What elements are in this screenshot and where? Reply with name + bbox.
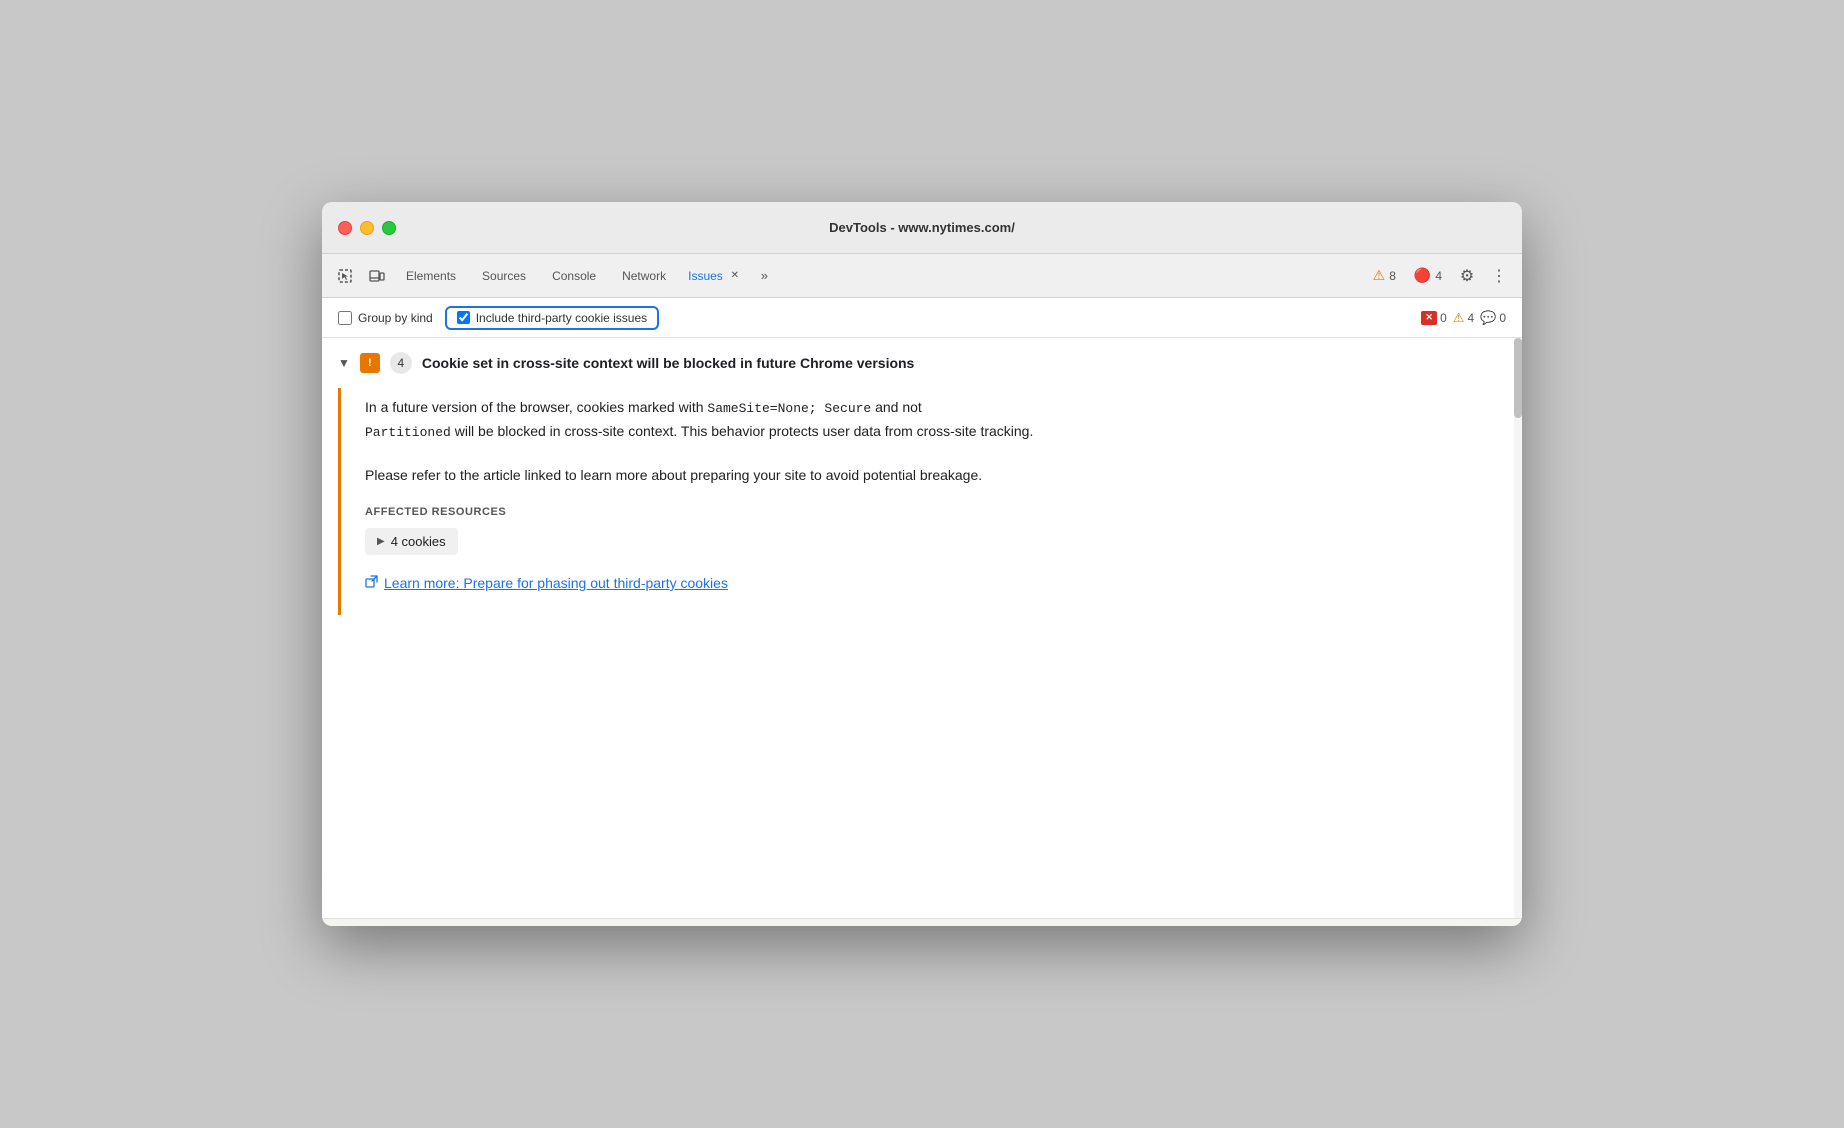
warning-triangle-icon: ⚠ (1453, 310, 1465, 326)
error-x-icon: ✕ (1421, 311, 1437, 325)
title-bar: DevTools - www.nytimes.com/ (322, 202, 1522, 254)
cursor-tool-button[interactable] (330, 261, 360, 291)
tab-issues-label: Issues (688, 269, 723, 283)
warning-count-button[interactable]: ⚠ 8 (1365, 263, 1404, 288)
learn-more-link[interactable]: Learn more: Prepare for phasing out thir… (365, 575, 1498, 591)
collapse-arrow-icon[interactable]: ▼ (338, 356, 350, 370)
issue-description-1: In a future version of the browser, cook… (365, 396, 1498, 444)
issue-section: ▼ ! 4 Cookie set in cross-site context w… (322, 338, 1522, 615)
error-count-button[interactable]: 🔴 4 (1406, 263, 1450, 288)
include-third-party-text: Include third-party cookie issues (476, 311, 647, 325)
filter-bar: Group by kind Include third-party cookie… (322, 298, 1522, 338)
group-by-kind-text: Group by kind (358, 311, 433, 325)
traffic-lights (338, 221, 396, 235)
issue-count-badge: 4 (390, 352, 412, 374)
count-badges: ✕ 0 ⚠ 4 💬 0 (1421, 310, 1506, 326)
device-icon (369, 268, 385, 284)
close-button[interactable] (338, 221, 352, 235)
info-badge-count: 0 (1499, 311, 1506, 325)
learn-more-text: Learn more: Prepare for phasing out thir… (384, 575, 728, 591)
bottom-bar (322, 918, 1522, 926)
toolbar: Elements Sources Console Network Issues … (322, 254, 1522, 298)
external-link-icon (365, 575, 378, 591)
code-2: Partitioned (365, 425, 451, 440)
cookies-arrow-icon: ▶ (377, 536, 385, 547)
tab-elements[interactable]: Elements (394, 263, 468, 289)
gear-icon: ⚙ (1460, 266, 1474, 286)
include-third-party-checkbox[interactable] (457, 311, 470, 324)
error-badge-count: 0 (1440, 311, 1447, 325)
issue-description-2: Please refer to the article linked to le… (365, 464, 1498, 486)
group-by-kind-checkbox[interactable] (338, 311, 352, 325)
info-bubble-icon: 💬 (1480, 310, 1496, 326)
desc-text-3: will be blocked in cross-site context. T… (451, 423, 1034, 439)
tab-issues-close[interactable]: ✕ (727, 268, 743, 284)
include-third-party-label[interactable]: Include third-party cookie issues (445, 306, 659, 330)
desc-text-1: In a future version of the browser, cook… (365, 399, 707, 415)
tab-sources[interactable]: Sources (470, 263, 538, 289)
warning-badge: ⚠ 4 (1453, 310, 1474, 326)
tab-network[interactable]: Network (610, 263, 678, 289)
cookies-summary[interactable]: ▶ 4 cookies (365, 528, 458, 555)
code-1: SameSite=None; Secure (707, 401, 871, 416)
group-by-kind-label[interactable]: Group by kind (338, 311, 433, 325)
issue-header[interactable]: ▼ ! 4 Cookie set in cross-site context w… (322, 338, 1522, 388)
warning-icon: ⚠ (1373, 267, 1386, 284)
scrollbar-thumb[interactable] (1514, 338, 1522, 418)
desc-text-2: and not (871, 399, 922, 415)
error-badge: ✕ 0 (1421, 311, 1447, 325)
device-toolbar-button[interactable] (362, 261, 392, 291)
devtools-window: DevTools - www.nytimes.com/ Elements Sou… (322, 202, 1522, 926)
error-icon: 🔴 (1414, 267, 1431, 284)
warning-badge-icon: ! (360, 353, 380, 373)
settings-button[interactable]: ⚙ (1452, 261, 1482, 291)
ellipsis-icon: ⋮ (1491, 266, 1507, 286)
scrollbar-track[interactable] (1514, 338, 1522, 918)
affected-resources-label: AFFECTED RESOURCES (365, 506, 1498, 518)
more-tabs-button[interactable]: » (753, 264, 776, 287)
main-content: ▼ ! 4 Cookie set in cross-site context w… (322, 338, 1522, 918)
error-count: 4 (1435, 269, 1442, 283)
warning-badge-count: 4 (1467, 311, 1474, 325)
cookies-count-text: 4 cookies (391, 534, 446, 549)
more-menu-button[interactable]: ⋮ (1484, 261, 1514, 291)
tab-issues[interactable]: Issues ✕ (680, 262, 751, 290)
minimize-button[interactable] (360, 221, 374, 235)
warning-count: 8 (1389, 269, 1396, 283)
maximize-button[interactable] (382, 221, 396, 235)
info-badge: 💬 0 (1480, 310, 1506, 326)
cursor-icon (337, 268, 353, 284)
issue-title: Cookie set in cross-site context will be… (422, 355, 914, 371)
window-title: DevTools - www.nytimes.com/ (829, 220, 1015, 235)
issue-body: In a future version of the browser, cook… (338, 388, 1522, 615)
tab-console[interactable]: Console (540, 263, 608, 289)
